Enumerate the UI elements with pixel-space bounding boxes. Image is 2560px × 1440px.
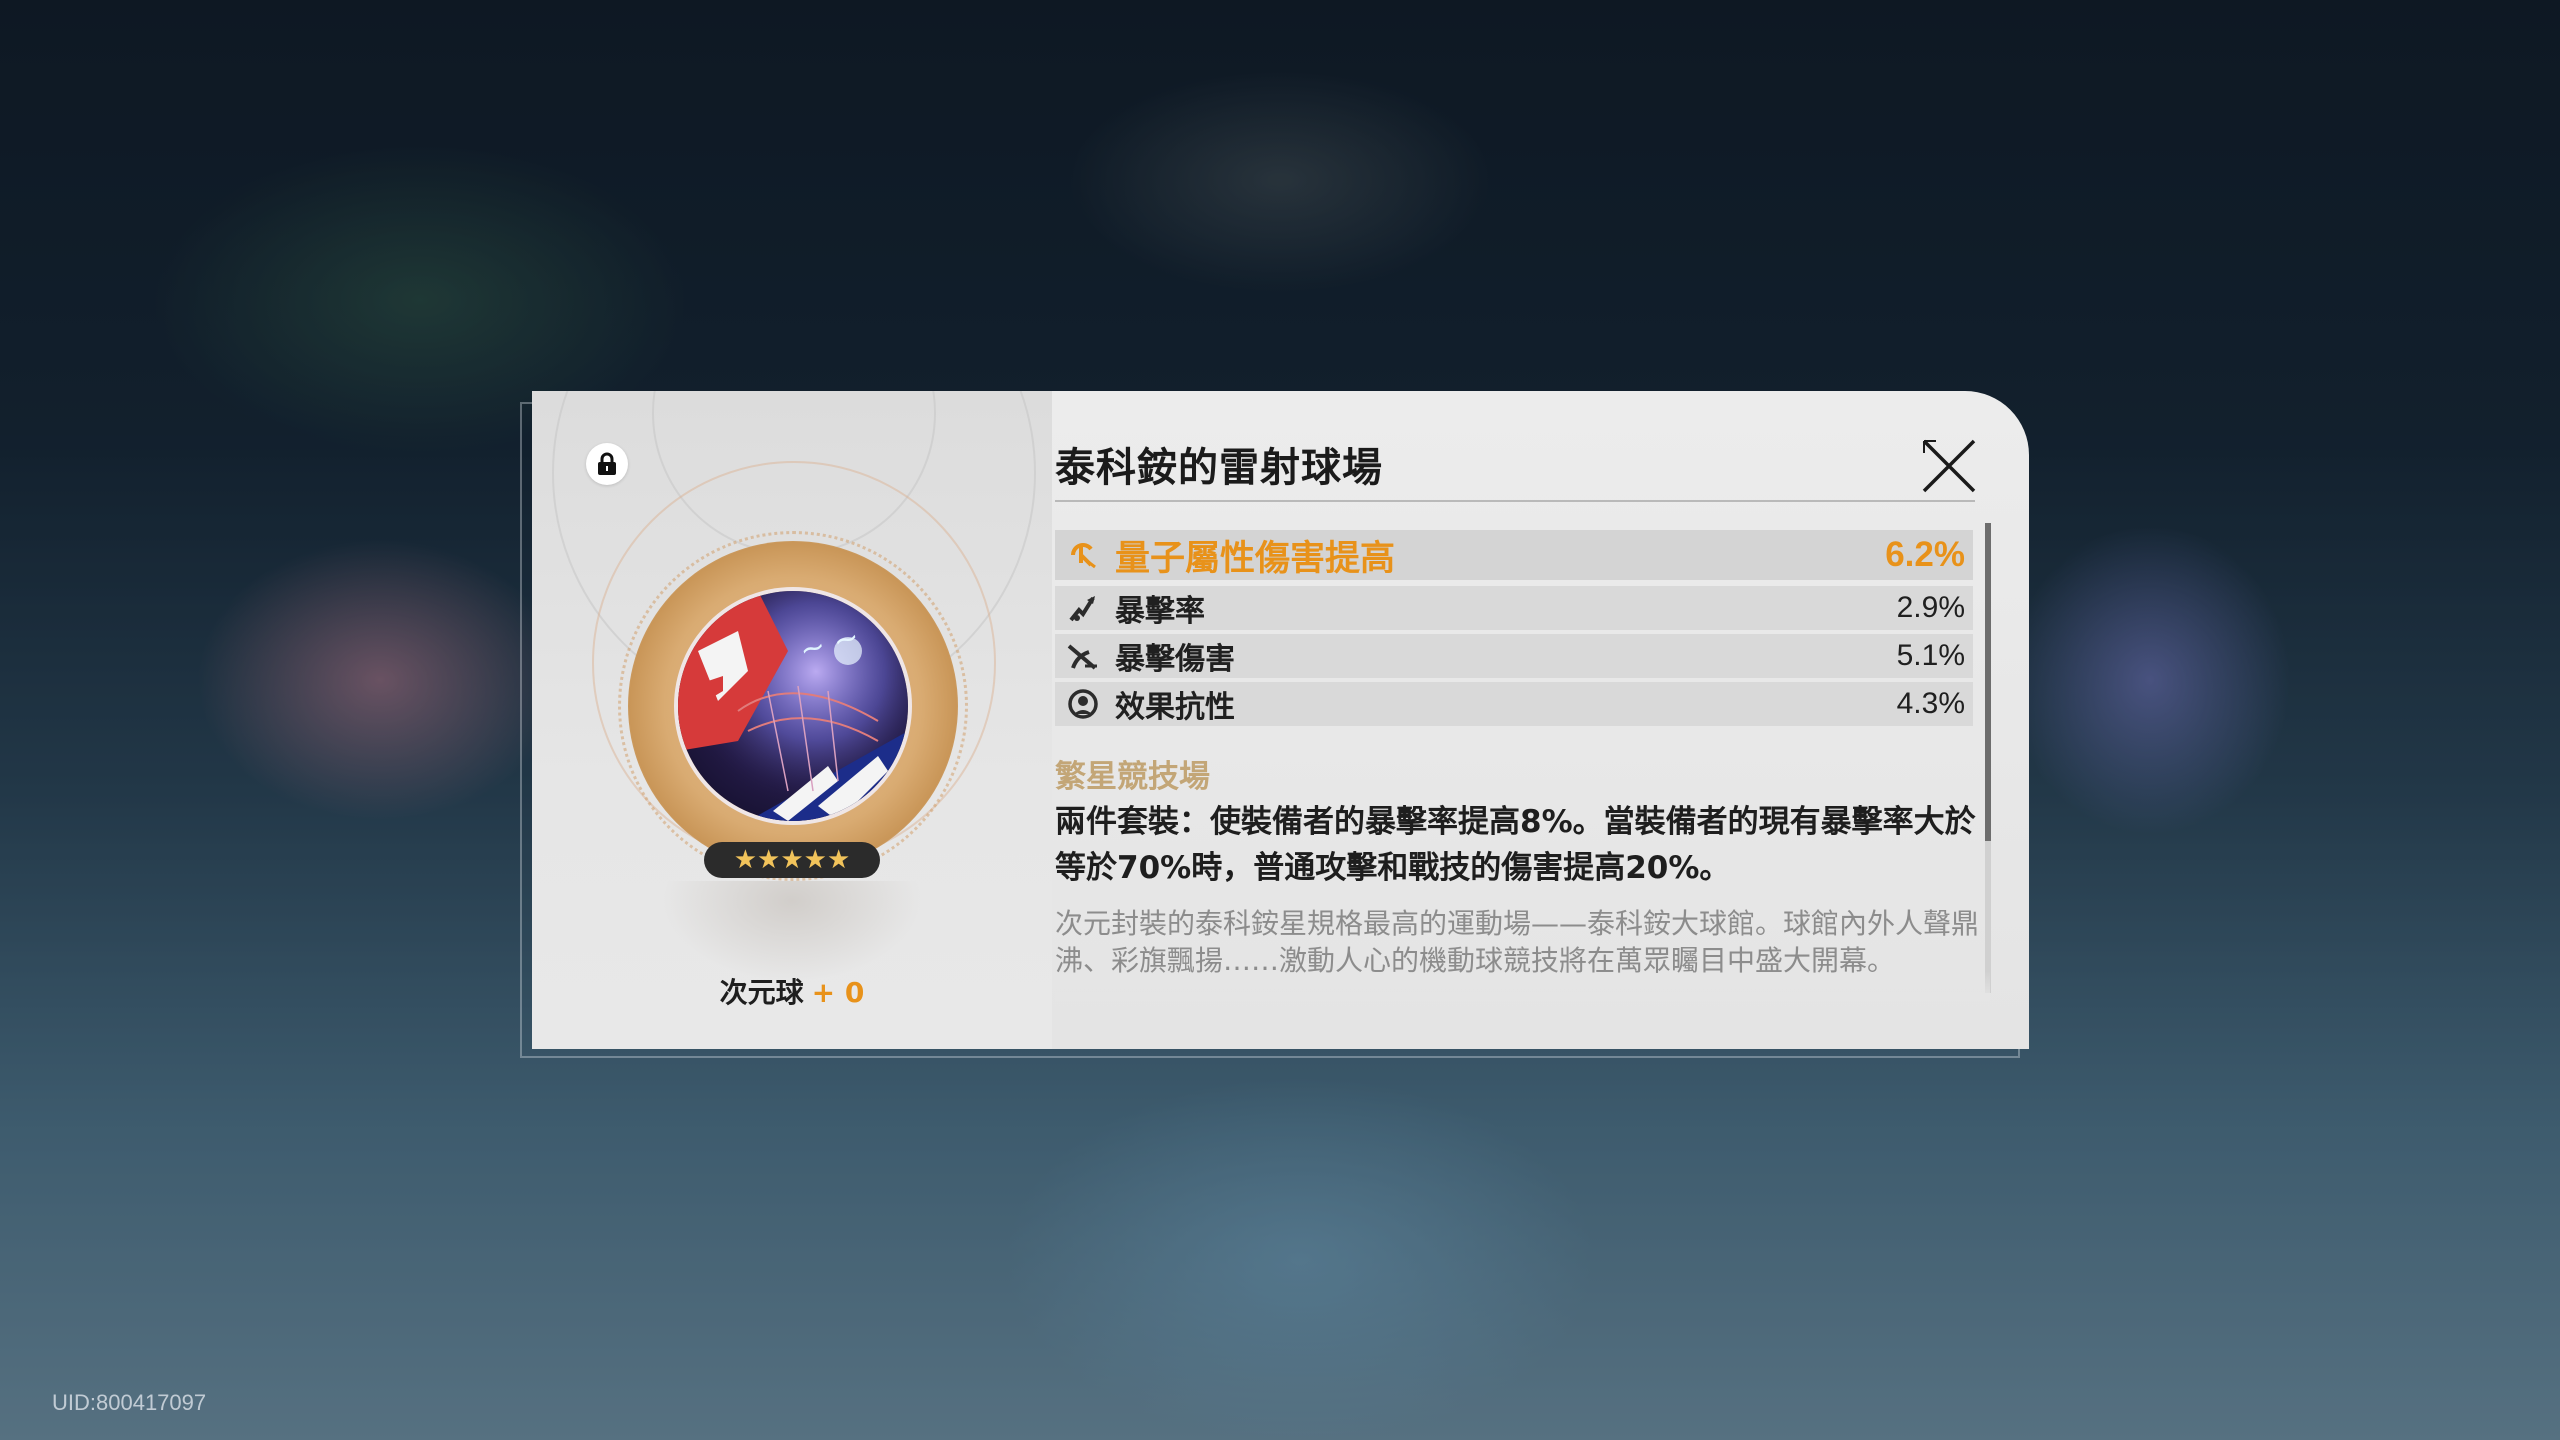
relic-pedestal xyxy=(662,881,922,981)
close-button[interactable] xyxy=(1920,437,1978,495)
relic-level: 次元球 + 0 xyxy=(532,971,1052,1011)
sub-stat-name: 暴擊率 xyxy=(1115,594,1205,629)
relic-slot-label: 次元球 xyxy=(719,976,804,1009)
effect-res-icon xyxy=(1068,689,1098,719)
sub-stat-row: 暴擊率 2.9% xyxy=(1055,586,1973,630)
crit-damage-icon xyxy=(1067,644,1097,670)
sub-stat-value: 5.1% xyxy=(1896,639,1965,672)
relic-level-value: + 0 xyxy=(811,976,865,1009)
relic-title: 泰科銨的雷射球場 xyxy=(1055,445,1383,491)
main-stat-row: 量子屬性傷害提高 6.2% xyxy=(1055,530,1973,580)
scrollbar-thumb[interactable] xyxy=(1985,523,1991,841)
sub-stat-value: 2.9% xyxy=(1896,591,1965,624)
lock-toggle-button[interactable] xyxy=(586,443,628,485)
stats-list: 量子屬性傷害提高 6.2% 暴擊率 2.9% 暴擊傷害 5.1% 效果抗性 4.… xyxy=(1055,530,1973,730)
sub-stat-name: 效果抗性 xyxy=(1115,690,1235,725)
lock-icon xyxy=(598,452,616,475)
lore-fade-overlay xyxy=(1055,971,1990,1001)
set-name: 繁星競技場 xyxy=(1055,759,1210,795)
close-icon xyxy=(1922,439,1976,493)
rarity-stars-text: ★★★★★ xyxy=(733,845,851,875)
player-uid: UID:800417097 xyxy=(52,1390,207,1415)
sub-stat-row: 效果抗性 4.3% xyxy=(1055,682,1973,726)
relic-artwork: ~ ~ xyxy=(618,531,968,881)
title-divider xyxy=(1055,500,1975,502)
relic-detail-card: ~ ~ ★★★★★ 次元球 + 0 泰科銨的雷射球場 量子屬性傷害提高 6.2%… xyxy=(532,391,2029,1049)
relic-preview-panel: ~ ~ ★★★★★ 次元球 + 0 xyxy=(532,391,1052,1049)
main-stat-name: 量子屬性傷害提高 xyxy=(1115,538,1396,579)
set-effect-description: 兩件套裝：使裝備者的暴擊率提高8%。當裝備者的現有暴擊率大於等於70%時，普通攻… xyxy=(1055,804,1976,886)
sub-stat-name: 暴擊傷害 xyxy=(1115,642,1235,677)
rarity-stars: ★★★★★ xyxy=(704,842,880,878)
sub-stat-row: 暴擊傷害 5.1% xyxy=(1055,634,1973,678)
main-stat-value: 6.2% xyxy=(1885,535,1965,574)
quantum-icon xyxy=(1071,543,1096,569)
sub-stat-value: 4.3% xyxy=(1896,687,1965,720)
relic-orb-image: ~ ~ xyxy=(678,591,908,821)
crit-rate-icon xyxy=(1069,596,1095,622)
